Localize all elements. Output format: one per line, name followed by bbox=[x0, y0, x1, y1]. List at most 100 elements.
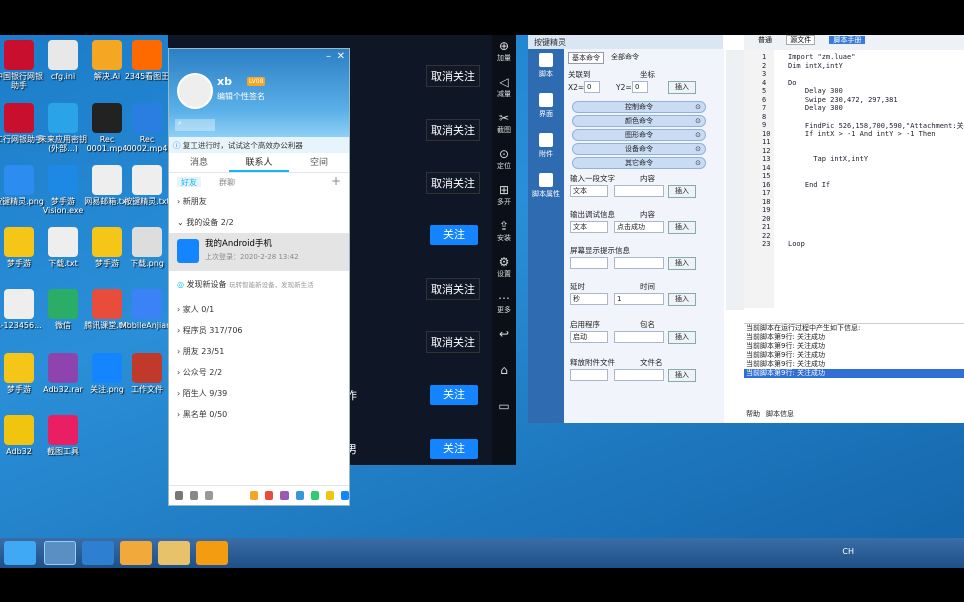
emulator-tool-0[interactable]: ⊕ 加量 bbox=[492, 35, 516, 71]
insert-button[interactable]: 插入 bbox=[668, 257, 696, 270]
emulator-tool-2[interactable]: ✂ 截图 bbox=[492, 107, 516, 143]
unfollow-button[interactable]: 取消关注 bbox=[426, 278, 480, 300]
select-field[interactable] bbox=[570, 257, 608, 269]
tab-space[interactable]: 空间 bbox=[289, 153, 349, 172]
emulator-tool-4[interactable]: ⊞ 多开 bbox=[492, 179, 516, 215]
contact-group[interactable]: › 陌生人 9/39 bbox=[169, 383, 349, 404]
desktop-icon[interactable]: MobileAnjian... bbox=[120, 289, 179, 330]
value-input[interactable] bbox=[614, 257, 664, 269]
tab-source[interactable]: 源文件 bbox=[786, 35, 816, 45]
taskbar-app[interactable] bbox=[120, 541, 152, 565]
desktop-icon[interactable]: Rec 0002.mp4 bbox=[120, 103, 174, 153]
desktop-icon[interactable]: 截图工具 bbox=[36, 415, 90, 456]
emulator-tool-5[interactable]: ⇪ 安装 bbox=[492, 215, 516, 251]
add-friend-icon[interactable] bbox=[190, 491, 199, 500]
value-input[interactable]: 1 bbox=[614, 293, 664, 305]
app-icon[interactable] bbox=[325, 491, 334, 500]
value-input[interactable] bbox=[614, 331, 664, 343]
select-field[interactable]: 启动 bbox=[570, 331, 608, 343]
file-icon[interactable] bbox=[205, 491, 214, 500]
tab-script-info[interactable]: 脚本信息 bbox=[766, 409, 794, 419]
avatar[interactable] bbox=[177, 73, 213, 109]
emulator-tool-6[interactable]: ⚙ 设置 bbox=[492, 251, 516, 287]
value-input[interactable] bbox=[614, 185, 664, 197]
follow-button[interactable]: 关注 bbox=[430, 385, 478, 405]
desktop-icon[interactable]: 2345看图王 bbox=[120, 40, 174, 81]
desktop-icon[interactable]: 按键精灵.txt bbox=[120, 165, 174, 206]
insert-button[interactable]: 插入 bbox=[668, 221, 696, 234]
follow-button[interactable]: 关注 bbox=[430, 439, 478, 459]
grid-icon[interactable] bbox=[340, 491, 349, 500]
tool-nav-item[interactable]: 脚本属性 bbox=[528, 169, 564, 209]
start-button[interactable] bbox=[4, 541, 36, 565]
group-new-friends[interactable]: › 新朋友 bbox=[169, 191, 349, 212]
app-icon[interactable] bbox=[265, 491, 274, 500]
emulator-tool-9[interactable]: ⌂ bbox=[492, 359, 516, 395]
tool-nav-item[interactable]: 脚本 bbox=[528, 49, 564, 89]
command-category[interactable]: 设备命令 bbox=[572, 143, 706, 155]
subtab-friends[interactable]: 好友 bbox=[177, 177, 201, 187]
tab-contacts[interactable]: 联系人 bbox=[229, 153, 289, 172]
command-category[interactable]: 其它命令 bbox=[572, 157, 706, 169]
emulator-tool-3[interactable]: ⊙ 定位 bbox=[492, 143, 516, 179]
unfollow-button[interactable]: 取消关注 bbox=[426, 65, 480, 87]
command-category[interactable]: 颜色命令 bbox=[572, 115, 706, 127]
y2-input[interactable]: 0 bbox=[632, 81, 648, 93]
folder-icon[interactable] bbox=[158, 541, 190, 565]
contact-group[interactable]: › 朋友 23/51 bbox=[169, 341, 349, 362]
tool-nav-item[interactable]: 界面 bbox=[528, 89, 564, 129]
select-field[interactable]: 文本 bbox=[570, 221, 608, 233]
select-field[interactable] bbox=[570, 369, 608, 381]
group-my-devices[interactable]: ⌄ 我的设备 2/2 bbox=[169, 212, 349, 233]
tab-help[interactable]: 帮助 bbox=[746, 409, 760, 419]
device-android[interactable]: 我的Android手机 上次登录：2020-2-28 13:42 bbox=[169, 233, 349, 271]
emulator-tool-8[interactable]: ↩ bbox=[492, 323, 516, 359]
insert-button[interactable]: 插入 bbox=[668, 331, 696, 344]
follow-button[interactable]: 关注 bbox=[430, 225, 478, 245]
x2-input[interactable]: 0 bbox=[584, 81, 600, 93]
emulator-tool-7[interactable]: ⋯ 更多 bbox=[492, 287, 516, 323]
insert-button[interactable]: 插入 bbox=[668, 293, 696, 306]
taskbar-app[interactable] bbox=[196, 541, 228, 565]
select-field[interactable]: 秒 bbox=[570, 293, 608, 305]
search-input[interactable]: ⌕ bbox=[175, 119, 215, 131]
menu-icon[interactable] bbox=[175, 491, 184, 500]
command-category[interactable]: 图形命令 bbox=[572, 129, 706, 141]
app-icon[interactable] bbox=[280, 491, 289, 500]
desktop-icon[interactable]: 工作文件 bbox=[120, 353, 174, 394]
value-input[interactable]: 点击成功 bbox=[614, 221, 664, 233]
value-input[interactable] bbox=[614, 369, 664, 381]
emulator-tool-1[interactable]: ◁ 减量 bbox=[492, 71, 516, 107]
ie-icon[interactable] bbox=[82, 541, 114, 565]
tool-nav-item[interactable]: 附件 bbox=[528, 129, 564, 169]
insert-button[interactable]: 插入 bbox=[668, 185, 696, 198]
desktop-icon[interactable]: 下载.png bbox=[120, 227, 174, 268]
tray-lang[interactable]: CH bbox=[842, 547, 854, 556]
tab-all[interactable]: 全部命令 bbox=[608, 52, 642, 64]
minimize-icon[interactable]: – bbox=[326, 51, 331, 62]
tab-manual[interactable]: 脚本手册 bbox=[829, 36, 866, 44]
tab-basic[interactable]: 基本命令 bbox=[568, 52, 604, 64]
contact-group[interactable]: › 公众号 2/2 bbox=[169, 362, 349, 383]
close-icon[interactable]: ✕ bbox=[337, 51, 345, 62]
insert-button[interactable]: 插入 bbox=[668, 369, 696, 382]
notice-bar[interactable]: ⓘ 复工进行时，试试这个高效办公利器 bbox=[169, 137, 349, 153]
tab-messages[interactable]: 消息 bbox=[169, 153, 229, 172]
discover-device[interactable]: ◎ 发现新设备 玩转智能新设备，发现新生活 bbox=[169, 271, 349, 299]
select-field[interactable]: 文本 bbox=[570, 185, 608, 197]
command-category[interactable]: 控制命令 bbox=[572, 101, 706, 113]
qq-signature[interactable]: 编辑个性签名 bbox=[217, 91, 265, 102]
code-editor[interactable]: 1 Import "zm.luae" 2 Dim intX,intY 3 4 Do 5 Del… bbox=[744, 50, 964, 323]
play-icon[interactable] bbox=[310, 491, 319, 500]
taskbar-app[interactable] bbox=[44, 541, 76, 565]
emulator-tool-10[interactable]: ▭ bbox=[492, 395, 516, 431]
add-icon[interactable]: + bbox=[331, 175, 341, 187]
contact-group[interactable]: › 黑名单 0/50 bbox=[169, 404, 349, 425]
unfollow-button[interactable]: 取消关注 bbox=[426, 172, 480, 194]
app-icon[interactable] bbox=[250, 491, 259, 500]
tab-normal[interactable]: 普通 bbox=[758, 36, 772, 44]
subtab-groups[interactable]: 群聊 bbox=[219, 177, 235, 187]
app-icon[interactable] bbox=[295, 491, 304, 500]
contact-group[interactable]: › 家人 0/1 bbox=[169, 299, 349, 320]
contact-group[interactable]: › 程序员 317/706 bbox=[169, 320, 349, 341]
